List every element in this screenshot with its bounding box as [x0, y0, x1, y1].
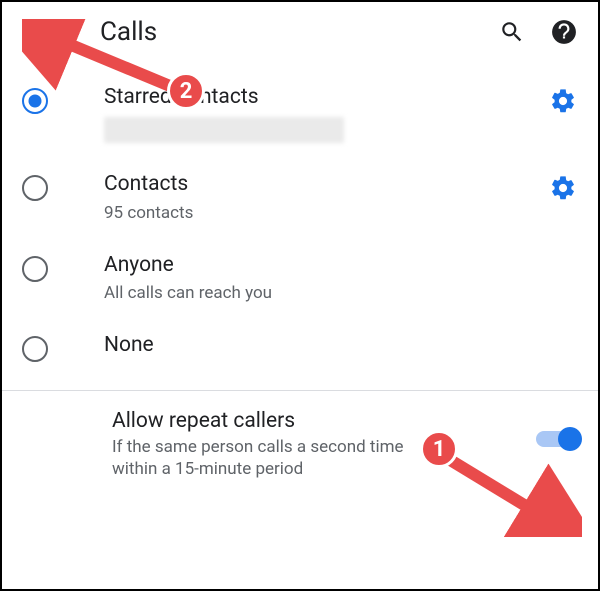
radio-starred-contacts[interactable]: [22, 88, 48, 114]
back-button[interactable]: [22, 18, 50, 46]
switch-thumb: [558, 427, 582, 451]
gear-icon: [549, 87, 577, 115]
header-actions: [498, 18, 578, 46]
header-bar: Calls: [2, 2, 598, 62]
option-sublabel: All calls can reach you: [104, 282, 578, 304]
back-arrow-icon: [23, 19, 49, 45]
allow-repeat-callers-row[interactable]: Allow repeat callers If the same person …: [2, 391, 598, 494]
repeat-label: Allow repeat callers: [112, 409, 536, 433]
option-label: Anyone: [104, 252, 578, 279]
option-label: Starred contacts: [104, 84, 548, 111]
radio-contacts[interactable]: [22, 175, 48, 201]
repeat-text: Allow repeat callers If the same person …: [112, 409, 536, 480]
radio-none[interactable]: [22, 336, 48, 362]
radio-anyone[interactable]: [22, 256, 48, 282]
option-text: Starred contacts: [104, 84, 548, 143]
repeat-callers-toggle[interactable]: [536, 427, 578, 451]
option-text: Contacts 95 contacts: [104, 171, 548, 223]
option-anyone[interactable]: Anyone All calls can reach you: [2, 238, 598, 318]
redacted-subtext: [104, 117, 344, 143]
option-label: None: [104, 332, 578, 359]
option-label: Contacts: [104, 171, 548, 198]
settings-starred-contacts[interactable]: [548, 86, 578, 116]
search-button[interactable]: [498, 18, 526, 46]
repeat-sublabel: If the same person calls a second time w…: [112, 436, 442, 480]
caller-options-list: Starred contacts Contacts 95 contacts An…: [2, 62, 598, 390]
option-starred-contacts[interactable]: Starred contacts: [2, 70, 598, 157]
option-text: None: [104, 332, 578, 359]
gear-icon: [549, 174, 577, 202]
settings-contacts[interactable]: [548, 173, 578, 203]
page-title: Calls: [100, 17, 498, 47]
search-icon: [499, 19, 525, 45]
option-none[interactable]: None: [2, 318, 598, 390]
option-sublabel: 95 contacts: [104, 202, 548, 224]
option-text: Anyone All calls can reach you: [104, 252, 578, 304]
help-button[interactable]: [550, 18, 578, 46]
help-icon: [551, 19, 577, 45]
option-contacts[interactable]: Contacts 95 contacts: [2, 157, 598, 237]
